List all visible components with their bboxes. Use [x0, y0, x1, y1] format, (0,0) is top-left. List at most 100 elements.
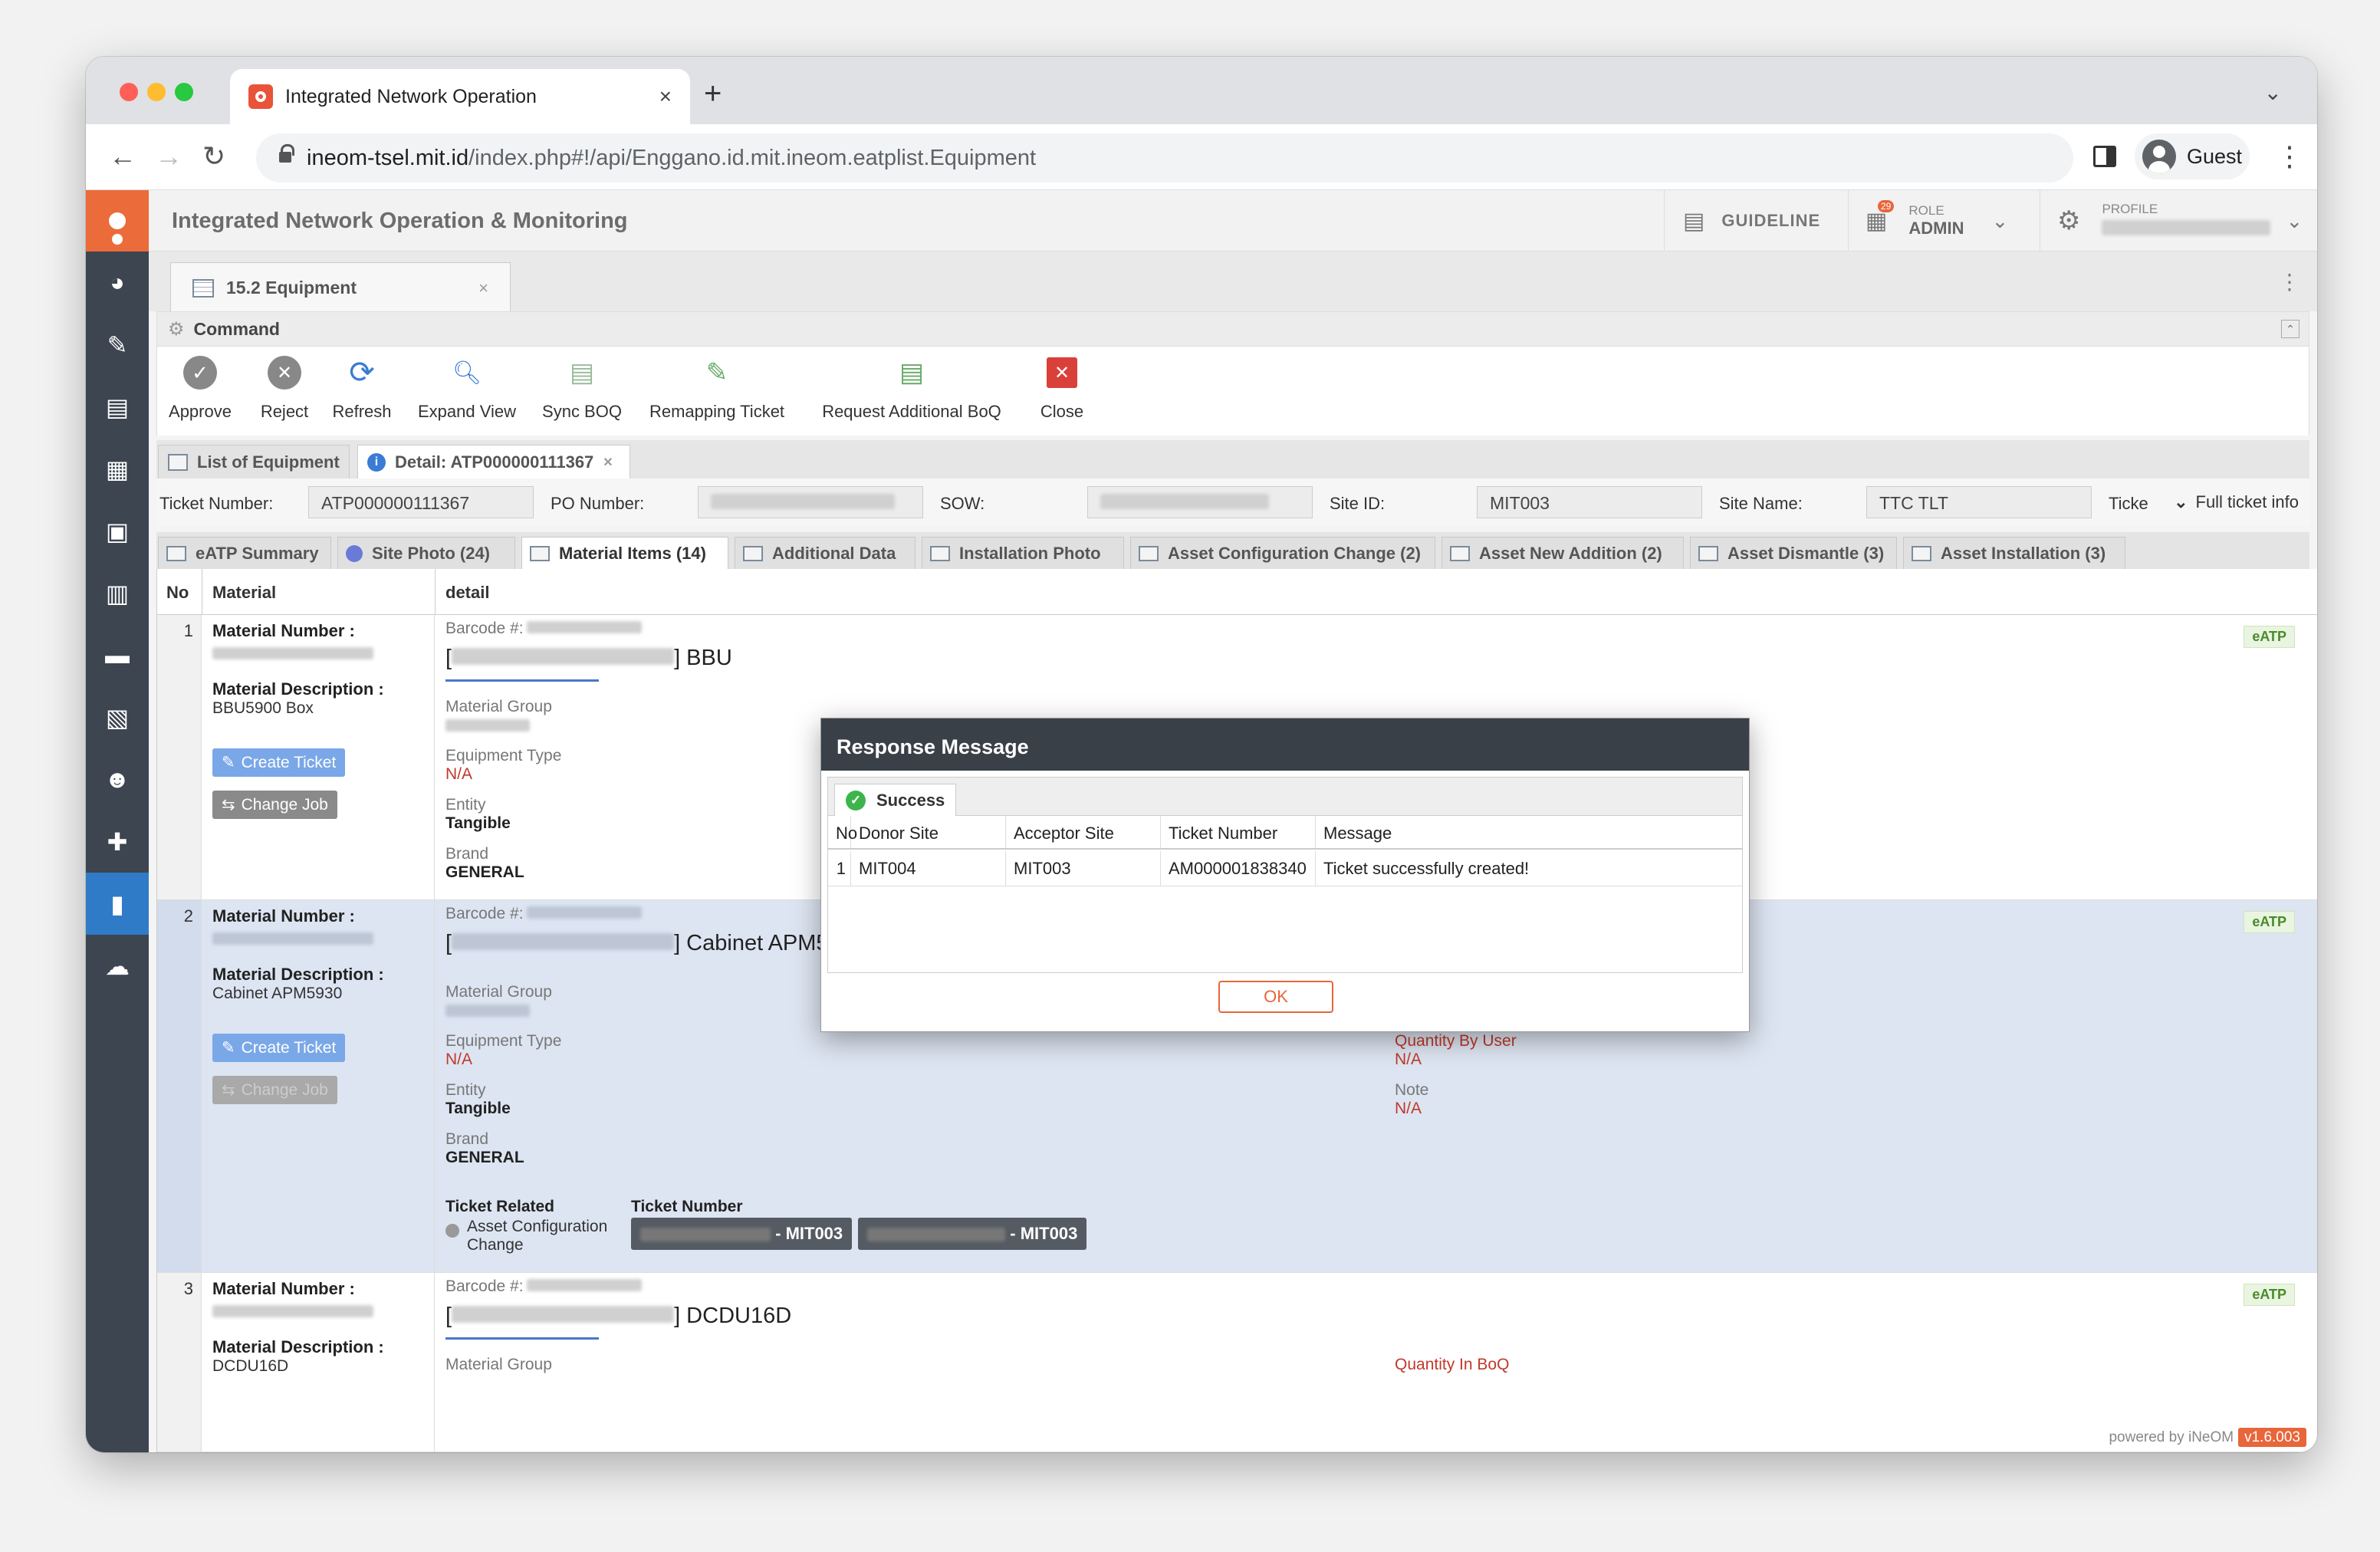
back-arrow-icon[interactable]: ← [109, 140, 136, 173]
maximize-window-button[interactable] [175, 83, 193, 101]
clipboard-list-icon[interactable]: ▦ [86, 438, 149, 500]
image-icon[interactable]: ▣ [86, 500, 149, 562]
dashboard-icon[interactable]: ◕ [86, 252, 149, 314]
archive-icon[interactable]: ▧ [86, 686, 149, 748]
tab-installation-photo[interactable]: Installation Photo [922, 537, 1124, 569]
puzzle-icon[interactable]: ✚ [86, 811, 149, 873]
command-toolbar: ✓ Approve ✕ Reject ⟳ Refresh 🔍︎ Expand V… [156, 347, 2309, 436]
change-job-button[interactable]: ⇆ Change Job [212, 791, 337, 819]
tab-search-chevron-icon[interactable]: ⌄ [2264, 80, 2282, 105]
reject-button[interactable]: ✕ Reject [254, 354, 315, 422]
more-options-icon[interactable]: ⋮ [2279, 271, 2300, 293]
app-logo-icon[interactable] [86, 190, 149, 252]
cloud-icon[interactable]: ☁ [86, 935, 149, 997]
po-number-field[interactable] [698, 486, 923, 518]
eatp-badge: eATP [2244, 911, 2295, 933]
refresh-button[interactable]: ⟳ Refresh [327, 354, 396, 422]
store-icon[interactable]: ▥ [86, 562, 149, 624]
users-icon[interactable]: ☻ [86, 748, 149, 811]
tab-detail[interactable]: i Detail: ATP000000111367 ✕ [357, 445, 630, 478]
browser-tab[interactable]: Integrated Network Operation × [230, 69, 690, 124]
refresh-label: Refresh [332, 402, 392, 421]
tab-asset-new-addition[interactable]: Asset New Addition (2) [1441, 537, 1684, 569]
clipboard-icon[interactable]: ▤ [86, 376, 149, 438]
browser-toolbar: ← → ↻ ineom-tsel.mit.id/index.php#!/api/… [86, 124, 2317, 190]
request-additional-boq-button[interactable]: ▤ Request Additional BoQ [812, 354, 1011, 422]
detail-tabs: eATP Summary Site Photo (24) Material It… [156, 532, 2309, 569]
close-window-button[interactable] [120, 83, 138, 101]
change-job-label: Change Job [241, 796, 328, 814]
site-id-field[interactable]: MIT003 [1477, 486, 1702, 518]
dialog-grid-row[interactable]: 1 MIT004 MIT003 AM000001838340 Ticket su… [828, 851, 1742, 886]
org-chart-icon: ▦ 29 [1866, 199, 1895, 235]
minimize-window-button[interactable] [147, 83, 166, 101]
tab-label: eATP Summary [196, 543, 319, 563]
wrench-icon: ✎ [222, 754, 235, 771]
tab-additional-data[interactable]: Additional Data [735, 537, 916, 569]
side-panel-icon[interactable] [2093, 146, 2116, 167]
tab-list-of-equipment[interactable]: List of Equipment [158, 445, 350, 478]
tab-eatp-summary[interactable]: eATP Summary [158, 537, 331, 569]
eatp-badge: eATP [2244, 1284, 2295, 1306]
profile-menu[interactable]: ⚙ PROFILE ⌄ [2040, 190, 2317, 252]
tab-equipment[interactable]: 15.2 Equipment × [170, 262, 511, 313]
row-number: 1 [157, 615, 202, 899]
browser-menu-icon[interactable]: ⋮ [2276, 141, 2303, 172]
tab-label: Site Photo (24) [372, 543, 491, 563]
tab-asset-installation[interactable]: Asset Installation (3) [1903, 537, 2125, 569]
app-favicon-icon [248, 84, 273, 109]
material-description-value: BBU5900 Box [212, 699, 314, 717]
close-icon[interactable]: × [478, 278, 488, 298]
expand-view-button[interactable]: 🔍︎ Expand View [413, 354, 521, 422]
material-number-value [212, 647, 373, 659]
guideline-button[interactable]: ▤ GUIDELINE [1664, 190, 1848, 252]
change-job-label: Change Job [241, 1081, 328, 1099]
tab-label: Installation Photo [959, 543, 1101, 563]
wrench-icon[interactable]: ✎ [86, 314, 149, 376]
table-row[interactable]: 3 Material Number : Material Description… [157, 1273, 2317, 1452]
ticket-related-label: Ticket Related [445, 1198, 555, 1215]
ticket-chip[interactable]: - MIT003 [858, 1218, 1087, 1250]
ok-button[interactable]: OK [1218, 981, 1333, 1013]
material-code-redacted [452, 933, 675, 950]
remapping-ticket-button[interactable]: ✎ Remapping Ticket [640, 354, 794, 422]
address-bar[interactable]: ineom-tsel.mit.id/index.php#!/api/Enggan… [256, 133, 2073, 182]
create-ticket-button[interactable]: ✎ Create Ticket [212, 748, 346, 777]
tab-label: Asset Dismantle (3) [1727, 543, 1885, 563]
book-icon[interactable]: ▮ [86, 873, 149, 935]
close-tab-icon[interactable]: × [659, 84, 672, 109]
server-icon[interactable]: ▬ [86, 624, 149, 686]
change-job-button[interactable]: ⇆ Change Job [212, 1076, 337, 1104]
ticket-chip[interactable]: - MIT003 [631, 1218, 853, 1250]
profile-button[interactable]: Guest [2135, 133, 2250, 179]
add-data-icon [743, 545, 763, 561]
reload-icon[interactable]: ↻ [202, 140, 225, 173]
tab-asset-configuration-change[interactable]: Asset Configuration Change (2) [1130, 537, 1435, 569]
close-icon[interactable]: ✕ [603, 455, 613, 470]
tab-material-items[interactable]: Material Items (14) [521, 537, 728, 569]
ticket-number-field[interactable]: ATP000000111367 [308, 486, 534, 518]
full-ticket-info-toggle[interactable]: ⌄ Full ticket info [2174, 492, 2299, 512]
magnifier-document-icon: 🔍︎ [452, 360, 482, 386]
sync-boq-button[interactable]: ▤ Sync BOQ [536, 354, 628, 422]
approve-button[interactable]: ✓ Approve [163, 354, 237, 422]
site-name-field[interactable]: TTC TLT [1866, 486, 2092, 518]
brand-label: Brand [445, 1130, 489, 1148]
url-path: /index.php#!/api/Enggano.id.mit.ineom.ea… [468, 145, 1037, 170]
tab-asset-dismantle[interactable]: Asset Dismantle (3) [1690, 537, 1897, 569]
sow-field[interactable] [1087, 486, 1313, 518]
tab-success[interactable]: ✓ Success [834, 784, 957, 816]
close-button[interactable]: ✕ Close [1031, 354, 1093, 422]
tab-site-photo[interactable]: Site Photo (24) [337, 537, 515, 569]
forward-arrow-icon[interactable]: → [155, 140, 182, 173]
new-tab-button[interactable]: + [704, 78, 722, 109]
cell-donor-site: MIT004 [851, 851, 1006, 886]
chevron-down-icon: ⌄ [2286, 209, 2303, 232]
collapse-icon[interactable]: ⌃ [2281, 320, 2299, 338]
camera-icon [346, 544, 363, 562]
barcode-value [526, 621, 642, 633]
check-icon: ✓ [182, 354, 219, 391]
role-selector[interactable]: ▦ 29 ROLE ADMIN ⌄ [1848, 190, 2040, 252]
create-ticket-label: Create Ticket [241, 754, 337, 771]
create-ticket-button[interactable]: ✎ Create Ticket [212, 1034, 346, 1062]
